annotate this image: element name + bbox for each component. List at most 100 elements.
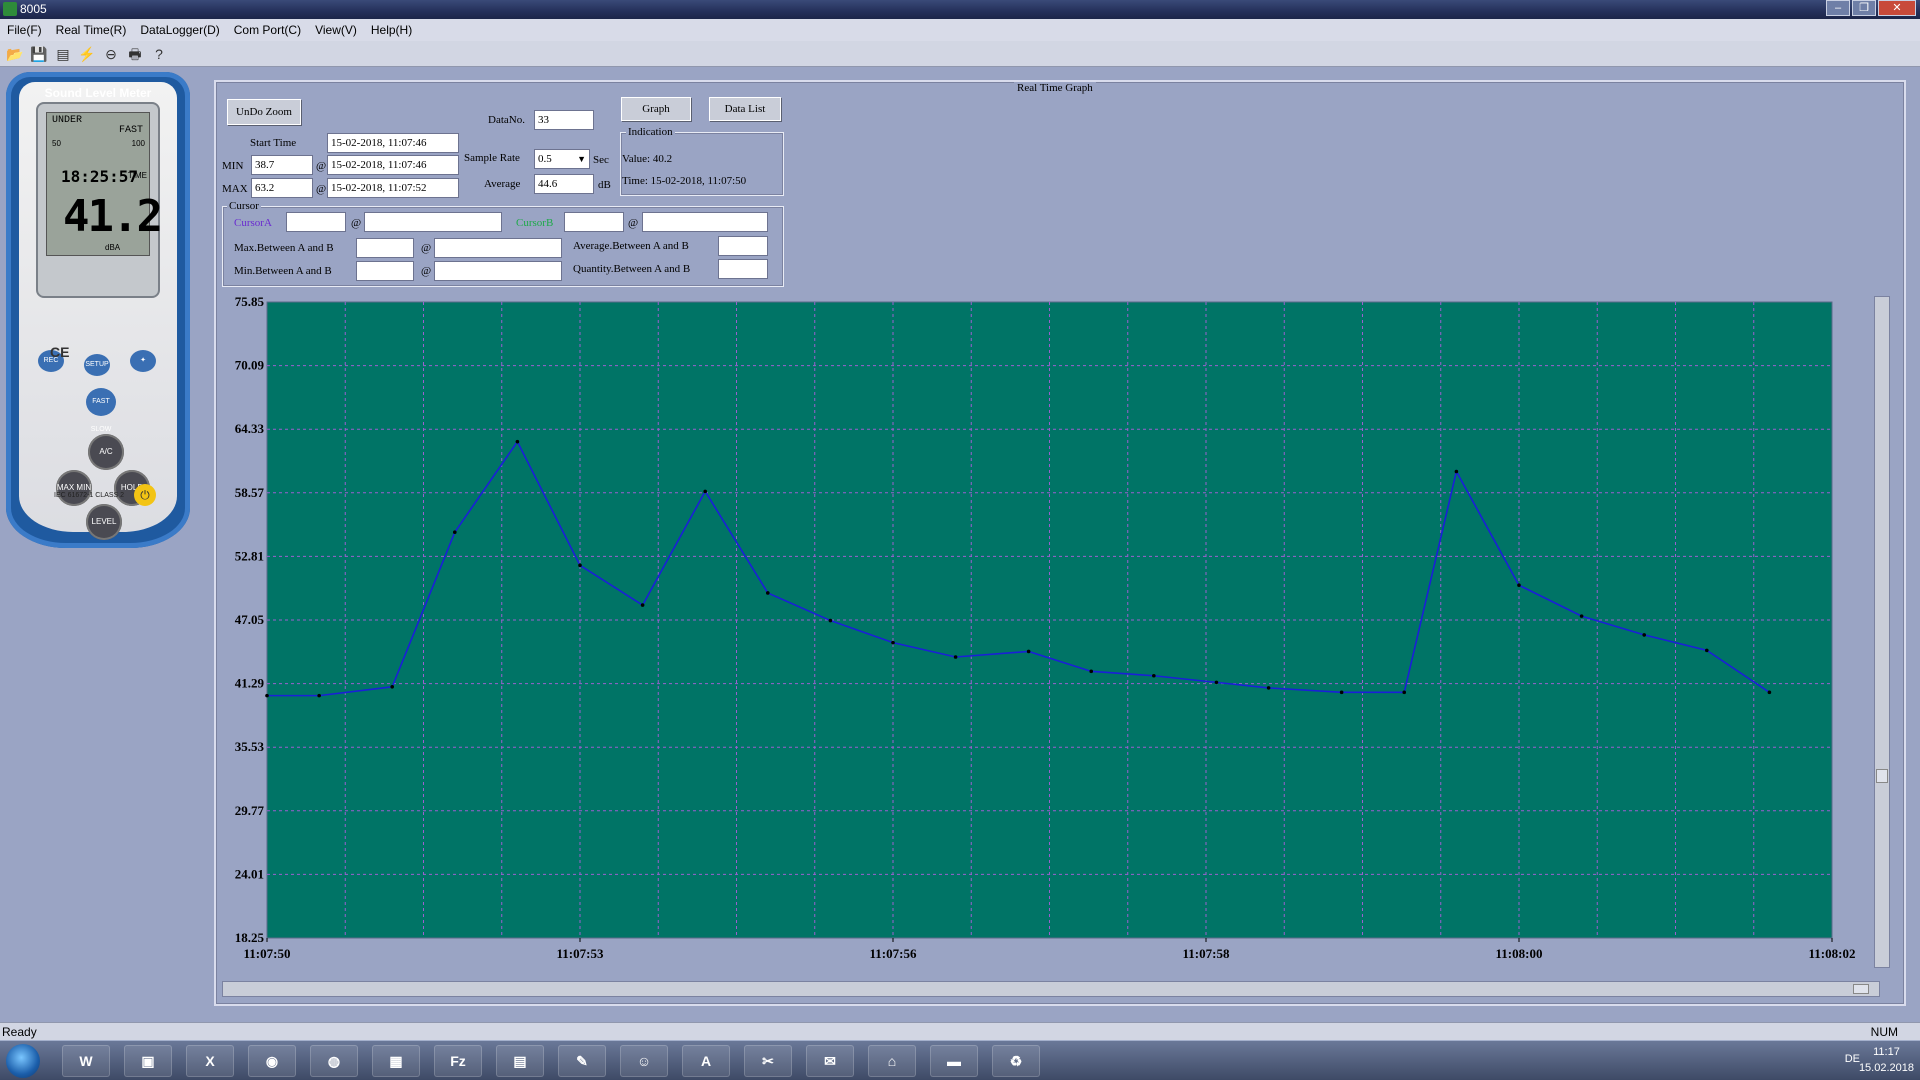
- taskbar-app-14[interactable]: ▬: [930, 1045, 978, 1077]
- taskbar-app-2[interactable]: X: [186, 1045, 234, 1077]
- menu-real-time[interactable]: Real Time(R): [49, 23, 134, 37]
- taskbar-app-9[interactable]: ☺: [620, 1045, 668, 1077]
- y-tick-label: 58.57: [235, 485, 265, 500]
- taskbar-app-10[interactable]: A: [682, 1045, 730, 1077]
- max-label: MAX: [222, 183, 248, 195]
- data-point: [953, 655, 958, 659]
- y-tick-label: 52.81: [235, 548, 264, 563]
- status-ready: Ready: [2, 1025, 37, 1039]
- quantity-between-field: [718, 259, 768, 279]
- lcd-under: UNDER: [52, 115, 83, 126]
- sample-rate-select[interactable]: 0.5 ▼: [534, 149, 590, 169]
- taskbar-clock[interactable]: 11:17 15.02.2018: [1859, 1044, 1914, 1076]
- horizontal-scrollbar[interactable]: [222, 981, 1880, 997]
- tray-language[interactable]: DE: [1845, 1053, 1860, 1065]
- taskbar-app-8[interactable]: ✎: [558, 1045, 606, 1077]
- cursor-title: Cursor: [227, 200, 261, 212]
- cursor-b-at: @: [628, 217, 639, 229]
- menu-view[interactable]: View(V): [308, 23, 364, 37]
- save-icon[interactable]: 💾: [30, 45, 48, 63]
- data-point: [578, 563, 582, 568]
- lcd-display: UNDER FAST 50 100 18:25:57 TIME 41.2 dBA: [46, 112, 163, 256]
- graph-button[interactable]: Graph: [621, 97, 691, 121]
- taskbar-app-11[interactable]: ✂: [744, 1045, 792, 1077]
- maximize-button[interactable]: ❐: [1852, 0, 1876, 16]
- taskbar-app-13[interactable]: ⌂: [868, 1045, 916, 1077]
- max-between-time-field: [434, 238, 562, 258]
- minimize-button[interactable]: –: [1826, 0, 1850, 16]
- data-point: [891, 640, 895, 645]
- start-button[interactable]: [6, 1044, 40, 1078]
- lcd-clock: 18:25:57: [61, 167, 139, 186]
- min-between-label: Min.Between A and B: [234, 265, 332, 277]
- lcd-unit: dBA: [105, 243, 121, 252]
- data-point: [828, 618, 833, 623]
- taskbar-app-6[interactable]: Fz: [434, 1045, 482, 1077]
- average-between-field: [718, 236, 768, 256]
- taskbar-app-5[interactable]: ▦: [372, 1045, 420, 1077]
- taskbar-app-15[interactable]: ♻: [992, 1045, 1040, 1077]
- help-icon[interactable]: ?: [150, 45, 168, 63]
- vertical-scrollbar[interactable]: [1874, 296, 1890, 968]
- min-between-at: @: [421, 265, 432, 277]
- average-between-label: Average.Between A and B: [573, 240, 689, 252]
- taskbar-app-0[interactable]: W: [62, 1045, 110, 1077]
- sample-rate-label: Sample Rate: [464, 152, 520, 164]
- ce-mark: CE: [50, 344, 70, 360]
- taskbar-app-3[interactable]: ◉: [248, 1045, 296, 1077]
- lcd-time-label: TIME: [127, 171, 147, 180]
- max-between-label: Max.Between A and B: [234, 242, 334, 254]
- taskbar-date: 15.02.2018: [1858, 1062, 1914, 1074]
- cursor-a-label: CursorA: [234, 217, 272, 229]
- data-point: [1579, 614, 1584, 618]
- datano-field: 33: [534, 110, 594, 130]
- min-between-time-field: [434, 261, 562, 281]
- average-label: Average: [484, 178, 521, 190]
- close-button[interactable]: ✕: [1878, 0, 1916, 16]
- menu-com-port[interactable]: Com Port(C): [227, 23, 308, 37]
- max-between-field: [356, 238, 414, 258]
- data-point: [766, 591, 770, 595]
- taskbar-app-7[interactable]: ▤: [496, 1045, 544, 1077]
- datano-label: DataNo.: [488, 114, 525, 126]
- menu-help[interactable]: Help(H): [364, 23, 419, 37]
- status-num: NUM: [1870, 1025, 1898, 1039]
- vertical-scroll-thumb[interactable]: [1876, 769, 1888, 783]
- horizontal-scroll-thumb[interactable]: [1853, 984, 1869, 994]
- y-tick-label: 47.05: [235, 612, 265, 627]
- menu-file[interactable]: File(F): [0, 23, 49, 37]
- stop-icon[interactable]: ⊖: [102, 45, 120, 63]
- cursor-a-value-field: [286, 212, 346, 232]
- data-point: [390, 685, 394, 689]
- max-at: @: [316, 183, 327, 195]
- window-controls: – ❐ ✕: [1826, 0, 1916, 16]
- real-time-graph-chart[interactable]: 75.85 70.09 64.33 58.57 52.81 47.05 41.29 35.53…: [222, 296, 1887, 971]
- x-tick-label: 11:07:50: [244, 946, 291, 961]
- data-point: [317, 693, 321, 698]
- cursor-a-at: @: [351, 217, 362, 229]
- average-field: 44.6: [534, 174, 594, 194]
- indication-value: Value: 40.2: [622, 153, 673, 165]
- lcd-scale-low: 50: [52, 139, 61, 148]
- window-icon[interactable]: ▤: [54, 45, 72, 63]
- x-tick-label: 11:07:53: [557, 946, 604, 961]
- start-time-field: 15-02-2018, 11:07:46: [327, 133, 459, 153]
- data-list-button[interactable]: Data List: [709, 97, 781, 121]
- connect-icon[interactable]: ⚡: [78, 45, 96, 63]
- panel-title: Real Time Graph: [1014, 82, 1096, 94]
- taskbar-app-1[interactable]: ▣: [124, 1045, 172, 1077]
- taskbar-app-4[interactable]: ◍: [310, 1045, 358, 1077]
- min-between-field: [356, 261, 414, 281]
- taskbar-app-12[interactable]: ✉: [806, 1045, 854, 1077]
- title-bar: 8005 – ❐ ✕: [0, 0, 1920, 19]
- undo-zoom-button[interactable]: UnDo Zoom: [227, 99, 301, 125]
- data-point: [1767, 690, 1772, 695]
- sample-rate-value: 0.5: [538, 153, 552, 165]
- indication-title: Indication: [626, 126, 675, 138]
- cursor-a-time-field: [364, 212, 502, 232]
- print-icon[interactable]: 🖶: [126, 45, 144, 63]
- menu-datalogger[interactable]: DataLogger(D): [133, 23, 226, 37]
- y-tick-label: 18.25: [235, 930, 265, 945]
- open-icon[interactable]: 📂: [6, 45, 24, 63]
- data-point: [703, 489, 707, 494]
